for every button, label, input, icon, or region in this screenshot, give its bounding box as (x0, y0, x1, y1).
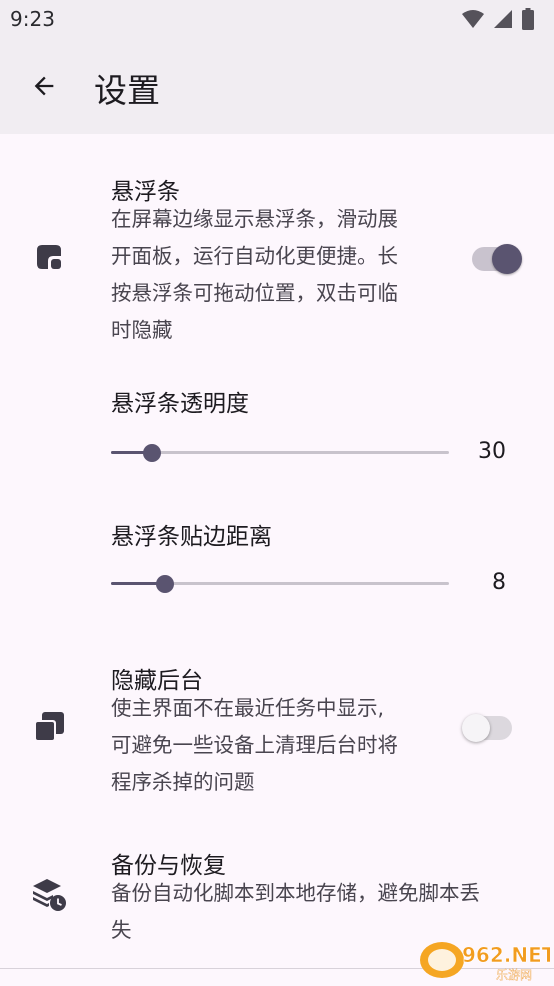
wifi-icon (462, 10, 484, 28)
hide-background-switch[interactable] (462, 714, 512, 742)
hide-background-description: 使主界面不在最近任务中显示, 可避免一些设备上清理后台时将 程序杀掉的问题 (111, 696, 398, 794)
switch-thumb (462, 714, 490, 742)
slider-thumb[interactable] (156, 575, 174, 593)
switch-thumb (492, 244, 522, 274)
floating-window-icon (30, 238, 68, 276)
edge-distance-slider[interactable] (111, 572, 449, 596)
status-bar: 9:23 (0, 0, 554, 38)
opacity-value: 30 (478, 439, 506, 464)
opacity-slider[interactable] (111, 441, 449, 465)
edge-distance-value: 8 (492, 570, 506, 595)
stacked-windows-icon (30, 708, 68, 746)
slider-track (111, 451, 449, 454)
settings-list: 悬浮条 在屏幕边缘显示悬浮条，滑动展 开面板，运行自动化更便捷。长 按悬浮条可拖… (0, 134, 554, 984)
watermark-logo: 962.NET 乐游网 (414, 936, 554, 982)
hide-background-setting[interactable]: 隐藏后台 使主界面不在最近任务中显示, 可避免一些设备上清理后台时将 程序杀掉的… (0, 649, 554, 809)
floating-bar-description: 在屏幕边缘显示悬浮条，滑动展 开面板，运行自动化更便捷。长 按悬浮条可拖动位置，… (111, 207, 398, 342)
back-button[interactable] (22, 64, 66, 108)
svg-text:962.NET: 962.NET (462, 943, 550, 967)
status-time: 9:23 (10, 7, 55, 31)
page-title: 设置 (94, 71, 160, 110)
app-bar: 设置 (0, 38, 554, 134)
status-icons (462, 8, 534, 30)
signal-icon (494, 10, 512, 28)
arrow-back-icon (34, 76, 54, 96)
floating-bar-switch[interactable] (472, 244, 522, 274)
svg-text:乐游网: 乐游网 (496, 968, 532, 982)
backup-restore-icon (30, 875, 68, 913)
floating-bar-setting[interactable]: 悬浮条 在屏幕边缘显示悬浮条，滑动展 开面板，运行自动化更便捷。长 按悬浮条可拖… (0, 134, 554, 354)
slider-thumb[interactable] (143, 444, 161, 462)
opacity-label: 悬浮条透明度 (111, 391, 249, 417)
battery-icon (522, 8, 534, 30)
edge-distance-label: 悬浮条贴边距离 (111, 524, 272, 550)
